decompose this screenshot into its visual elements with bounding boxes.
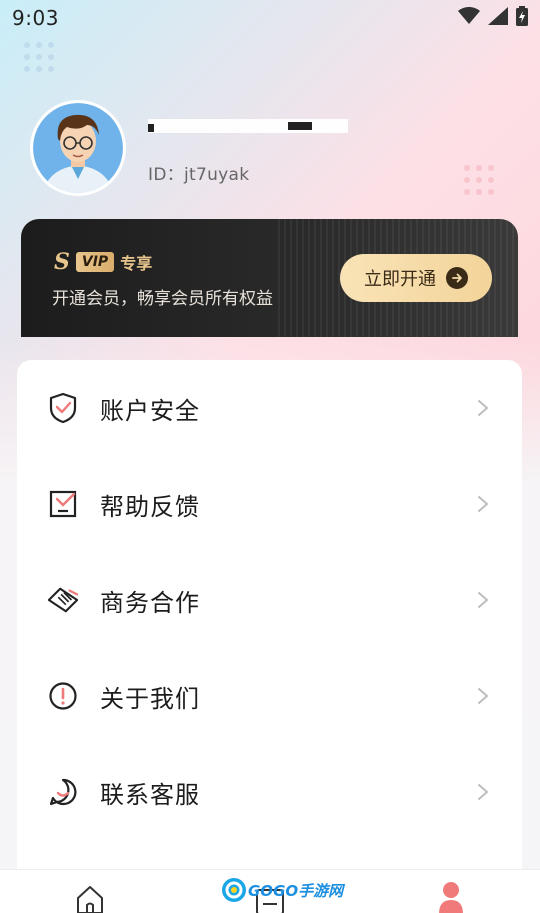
- chevron-right-icon: [476, 590, 490, 610]
- chevron-right-icon: [476, 494, 490, 514]
- menu-item-label: 联系客服: [100, 780, 200, 809]
- menu-item-about-us[interactable]: 关于我们: [17, 648, 522, 744]
- battery-icon: [516, 6, 528, 30]
- status-bar: 9:03: [0, 0, 540, 36]
- vip-card[interactable]: S VIP 专享 开通会员，畅享会员所有权益 立即开通: [21, 219, 518, 337]
- wifi-icon: [458, 6, 480, 29]
- info-icon: [47, 680, 79, 712]
- menu-item-account-security[interactable]: 账户安全: [17, 360, 522, 456]
- username-redacted: [148, 116, 348, 138]
- vip-badge: VIP: [75, 252, 115, 272]
- avatar[interactable]: [30, 100, 126, 196]
- status-icons: [458, 6, 528, 30]
- menu-item-label: 帮助反馈: [100, 492, 200, 521]
- signal-icon: [488, 7, 508, 29]
- watermark: GOGO手游网: [222, 878, 343, 902]
- home-icon[interactable]: [75, 884, 105, 913]
- menu-item-label: 关于我们: [100, 684, 200, 713]
- vip-exclusive-label: 专享: [120, 254, 153, 273]
- vip-open-button[interactable]: 立即开通: [340, 254, 492, 302]
- chevron-right-icon: [476, 686, 490, 706]
- vip-title: S VIP 专享: [54, 249, 152, 275]
- feedback-icon: [47, 488, 79, 520]
- menu-item-business-cooperation[interactable]: 商务合作: [17, 552, 522, 648]
- user-id: ID：jt7uyak: [148, 165, 250, 185]
- watermark-text: GOGO手游网: [248, 881, 344, 900]
- chevron-right-icon: [476, 782, 490, 802]
- status-time: 9:03: [12, 6, 59, 30]
- decorative-dots: [24, 42, 54, 72]
- svip-s-mark: S: [54, 249, 70, 275]
- shield-icon: [47, 392, 79, 424]
- chat-icon: [47, 776, 79, 808]
- menu-item-contact-service[interactable]: 联系客服: [17, 744, 522, 840]
- profile-icon[interactable]: [437, 880, 465, 913]
- menu-item-label: 账户安全: [100, 396, 200, 425]
- vip-description: 开通会员，畅享会员所有权益: [52, 289, 273, 309]
- handshake-icon: [47, 584, 79, 616]
- decorative-dots: [464, 165, 494, 195]
- menu-item-help-feedback[interactable]: 帮助反馈: [17, 456, 522, 552]
- chevron-right-icon: [476, 398, 490, 418]
- settings-menu: 账户安全 帮助反馈 商务合作 关于我们 联系客服: [17, 360, 522, 900]
- gogo-logo-icon: [222, 878, 246, 902]
- menu-item-label: 商务合作: [100, 588, 200, 617]
- vip-open-label: 立即开通: [364, 269, 436, 290]
- arrow-right-icon: [446, 267, 468, 289]
